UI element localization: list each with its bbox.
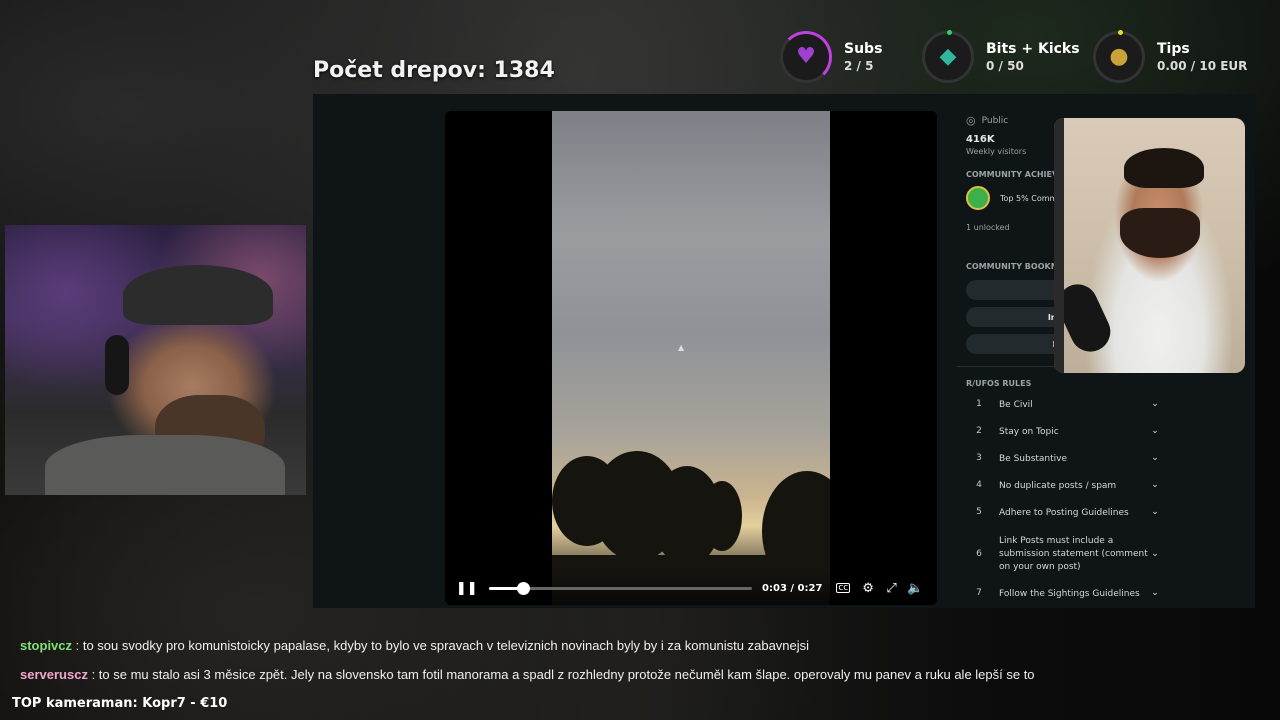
mute-icon[interactable]: 🔈 — [903, 581, 927, 596]
rule-item[interactable]: 5 Adhere to Posting Guidelines ⌄ — [967, 507, 1162, 520]
bookmarks-heading: COMMUNITY BOOKMA — [966, 262, 1065, 271]
goal-ring: ♥ — [780, 31, 832, 83]
rules-heading: R/UFOS RULES — [966, 379, 1032, 388]
settings-icon[interactable]: ⚙ — [856, 581, 880, 596]
goal-ring: ◆ — [922, 30, 974, 83]
globe-icon: ◎ — [966, 114, 976, 127]
chevron-down-icon: ⌄ — [1151, 507, 1159, 517]
rule-item[interactable]: 2 Stay on Topic ⌄ — [967, 426, 1162, 439]
mouse-cursor: ▲ — [678, 343, 685, 352]
video-controls: ❚❚ 0:03 / 0:27 cc ⚙ ⤢ 🔈 — [445, 571, 937, 605]
rule-label: Stay on Topic — [999, 427, 1059, 437]
rule-label: Be Civil — [999, 400, 1033, 410]
goal-tips: ● Tips 0.00 / 10 EUR — [1093, 30, 1247, 84]
chat-text: : to sou svodky pro komunistoicky papala… — [72, 638, 810, 653]
rule-number: 7 — [976, 588, 982, 598]
shirt — [45, 435, 285, 495]
goal-value: 0.00 / 10 EUR — [1157, 59, 1248, 73]
rule-label: Link Posts must include a submission sta… — [999, 535, 1148, 572]
top-cameraman-banner: TOP kameraman: Kopr7 - €10 — [12, 696, 228, 711]
chevron-down-icon: ⌄ — [1151, 549, 1159, 559]
mic-arm — [1054, 118, 1064, 373]
achievement-label: Top 5% Comm — [1000, 193, 1058, 203]
pause-icon[interactable]: ❚❚ — [455, 581, 479, 596]
fullscreen-icon[interactable]: ⤢ — [880, 581, 904, 596]
streamer-webcam — [5, 225, 306, 495]
visitors-count: 416K — [966, 134, 995, 145]
chat-username: stopivcz — [20, 638, 73, 653]
chevron-down-icon: ⌄ — [1151, 588, 1159, 598]
chevron-down-icon: ⌄ — [1151, 453, 1159, 463]
goal-indicator-dot — [947, 30, 952, 35]
goal-value: 0 / 50 — [986, 59, 1024, 73]
beard — [1120, 208, 1200, 258]
goal-bits-kicks: ◆ Bits + Kicks 0 / 50 — [922, 30, 1080, 84]
goal-subs: ♥ Subs 2 / 5 — [780, 30, 882, 84]
video-player[interactable]: ▲ ❚❚ 0:03 / 0:27 cc ⚙ ⤢ 🔈 — [445, 111, 937, 605]
hair — [1124, 148, 1204, 188]
chat-username: serveruscz — [20, 667, 88, 682]
rule-item[interactable]: 3 Be Substantive ⌄ — [967, 453, 1162, 466]
goal-ring: ● — [1093, 30, 1145, 83]
rule-item[interactable]: 1 Be Civil ⌄ — [967, 399, 1162, 412]
chevron-down-icon: ⌄ — [1151, 426, 1159, 436]
rule-label: Adhere to Posting Guidelines — [999, 508, 1129, 518]
goal-name: Bits + Kicks — [986, 41, 1080, 57]
rule-item[interactable]: 7 Follow the Sightings Guidelines ⌄ — [967, 588, 1162, 601]
chat-text: : to se mu stalo asi 3 měsice zpět. Jely… — [87, 667, 1035, 682]
rule-number: 1 — [976, 399, 982, 409]
rule-item[interactable]: 4 No duplicate posts / spam ⌄ — [967, 480, 1162, 493]
visibility-label: Public — [981, 115, 1009, 126]
rule-label: Follow the Sightings Guidelines — [999, 589, 1140, 599]
goal-value: 2 / 5 — [844, 59, 874, 73]
achievement-badge-icon — [966, 186, 990, 210]
visitors-label: Weekly visitors — [966, 147, 1027, 156]
rule-label: Be Substantive — [999, 454, 1068, 464]
video-seek-bar[interactable] — [488, 581, 753, 595]
chevron-down-icon: ⌄ — [1151, 399, 1159, 409]
rule-number: 5 — [976, 507, 982, 517]
rule-number: 6 — [976, 549, 982, 559]
video-frame: ▲ — [552, 111, 830, 605]
chevron-down-icon: ⌄ — [1151, 480, 1159, 490]
goal-indicator-dot — [1118, 30, 1123, 35]
rule-number: 3 — [976, 453, 982, 463]
rule-label: No duplicate posts / spam — [999, 481, 1117, 491]
goal-name: Subs — [844, 41, 883, 57]
heart-icon: ♥ — [796, 44, 816, 69]
rule-number: 4 — [976, 480, 982, 490]
achievement-item[interactable]: Top 5% Comm — [966, 186, 1057, 210]
guest-webcam — [1054, 118, 1245, 373]
chat-message: stopivcz : to sou svodky pro komunistoic… — [20, 638, 809, 653]
unlocked-count: 1 unlocked — [966, 223, 1010, 232]
chat-message: serveruscz : to se mu stalo asi 3 měsice… — [20, 667, 1035, 682]
rule-number: 2 — [976, 426, 982, 436]
cap — [123, 265, 273, 325]
coin-icon: ● — [1109, 44, 1129, 69]
gem-icon: ◆ — [939, 44, 957, 69]
video-time: 0:03 / 0:27 — [762, 582, 823, 594]
squat-counter-title: Počet drepov: 1384 — [313, 58, 555, 83]
captions-icon[interactable]: cc — [836, 583, 851, 593]
headphones — [105, 335, 129, 395]
goal-name: Tips — [1157, 41, 1190, 57]
video-seek-handle[interactable] — [517, 581, 531, 595]
rule-item[interactable]: 6 Link Posts must include a submission s… — [967, 534, 1162, 574]
